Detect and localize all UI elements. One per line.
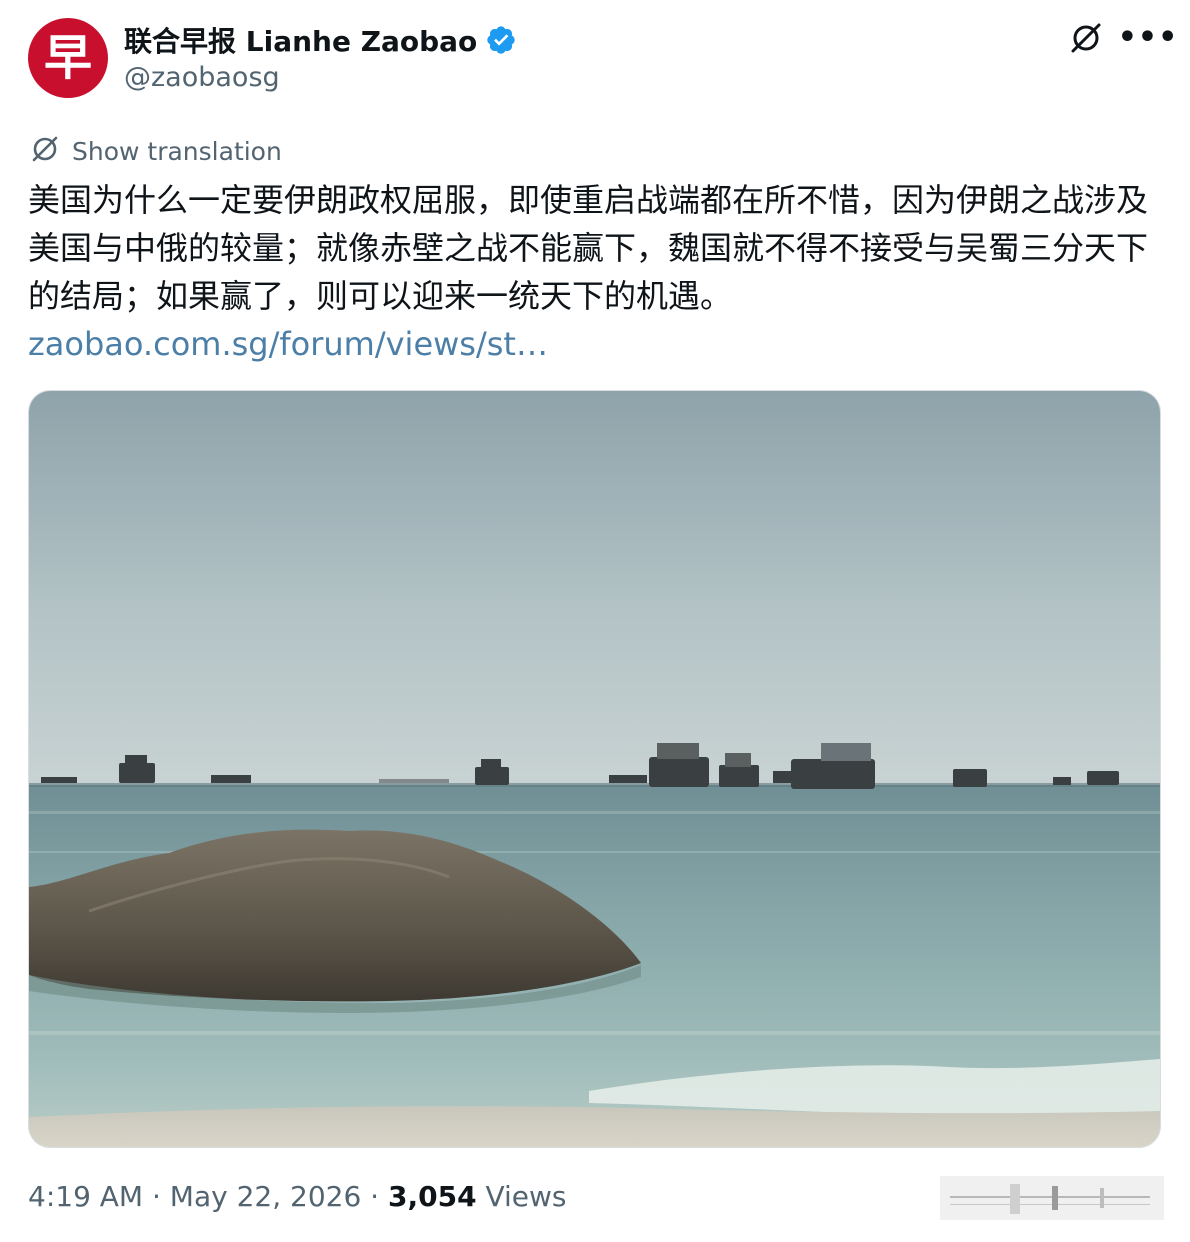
tweet-date[interactable]: May 22, 2026 (170, 1180, 361, 1213)
more-icon: ••• (1117, 20, 1179, 55)
views-label: Views (476, 1180, 567, 1213)
tweet-link[interactable]: zaobao.com.sg/forum/views/st… (28, 322, 548, 366)
tweet-meta: 4:19 AM · May 22, 2026 · 3,054 Views (28, 1180, 567, 1213)
avatar[interactable]: 早 (28, 18, 108, 98)
author-handle[interactable]: @zaobaosg (124, 62, 280, 93)
avatar-glyph: 早 (43, 30, 92, 86)
top-actions: ••• (1068, 20, 1178, 56)
beach-ships-photo (29, 391, 1160, 1147)
verified-badge-icon (485, 24, 517, 56)
show-translation-button[interactable]: Show translation (30, 134, 282, 168)
show-translation-label: Show translation (72, 136, 282, 166)
views-count: 3,054 (387, 1180, 477, 1213)
tweet-image[interactable] (28, 390, 1161, 1148)
grok-icon[interactable] (1068, 20, 1104, 56)
tweet-time[interactable]: 4:19 AM (28, 1180, 143, 1213)
tweet-text: 美国为什么一定要伊朗政权屈服，即使重启战端都在所不惜，因为伊朗之战涉及美国与中俄… (28, 181, 1149, 315)
watermark-graphic (940, 1176, 1164, 1220)
author-name-row[interactable]: 联合早报 Lianhe Zaobao (124, 20, 517, 60)
more-options-button[interactable]: ••• (1118, 20, 1178, 56)
translate-globe-icon (30, 134, 60, 168)
display-name[interactable]: 联合早报 Lianhe Zaobao (124, 20, 477, 60)
meta-separator: · (361, 1180, 388, 1213)
meta-separator: · (143, 1180, 170, 1213)
